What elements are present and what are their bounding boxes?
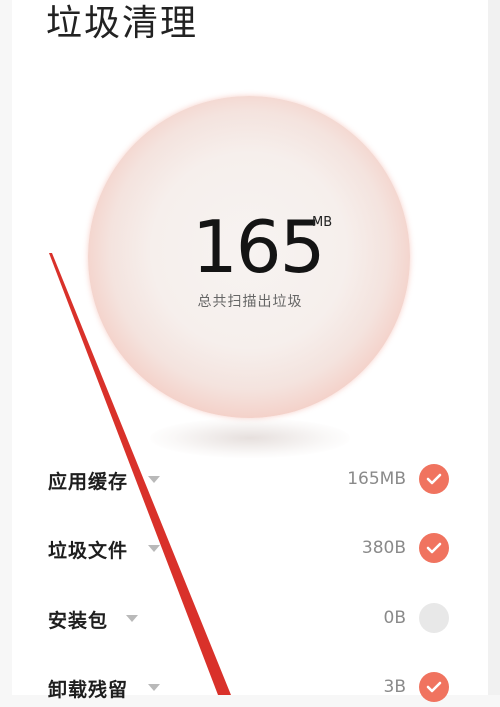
category-label: 应用缓存 (48, 471, 129, 493)
junk-size-unit: MB (312, 215, 333, 230)
category-size: 165MB (347, 469, 406, 489)
chevron-down-icon[interactable] (126, 615, 138, 622)
junk-size-value: 165 (192, 205, 325, 289)
category-label: 垃圾文件 (48, 540, 129, 562)
category-label: 卸载残留 (48, 679, 129, 701)
chevron-down-icon[interactable] (148, 476, 160, 483)
category-label: 安装包 (48, 610, 109, 632)
chevron-down-icon[interactable] (148, 684, 160, 691)
page-title: 垃圾清理 (46, 3, 199, 44)
junk-size-caption: 总共扫描出垃圾 (197, 294, 303, 310)
category-size: 0B (383, 608, 406, 628)
junk-category-row-uninstall-residue[interactable]: 卸载残留 3B (46, 667, 454, 707)
chevron-down-icon[interactable] (148, 545, 160, 552)
junk-category-row-junk-files[interactable]: 垃圾文件 380B (46, 528, 454, 568)
checkmark-icon[interactable] (419, 464, 449, 494)
edge-strip (488, 0, 500, 695)
junk-category-row-installers[interactable]: 安装包 0B (46, 598, 454, 638)
category-size: 380B (361, 538, 406, 558)
checkbox-unchecked[interactable] (419, 603, 449, 633)
checkmark-icon[interactable] (419, 533, 449, 563)
junk-category-row-app-cache[interactable]: 应用缓存 165MB (46, 459, 454, 499)
orb-shadow (150, 418, 350, 458)
checkmark-icon[interactable] (419, 672, 449, 702)
category-size: 3B (383, 677, 406, 697)
